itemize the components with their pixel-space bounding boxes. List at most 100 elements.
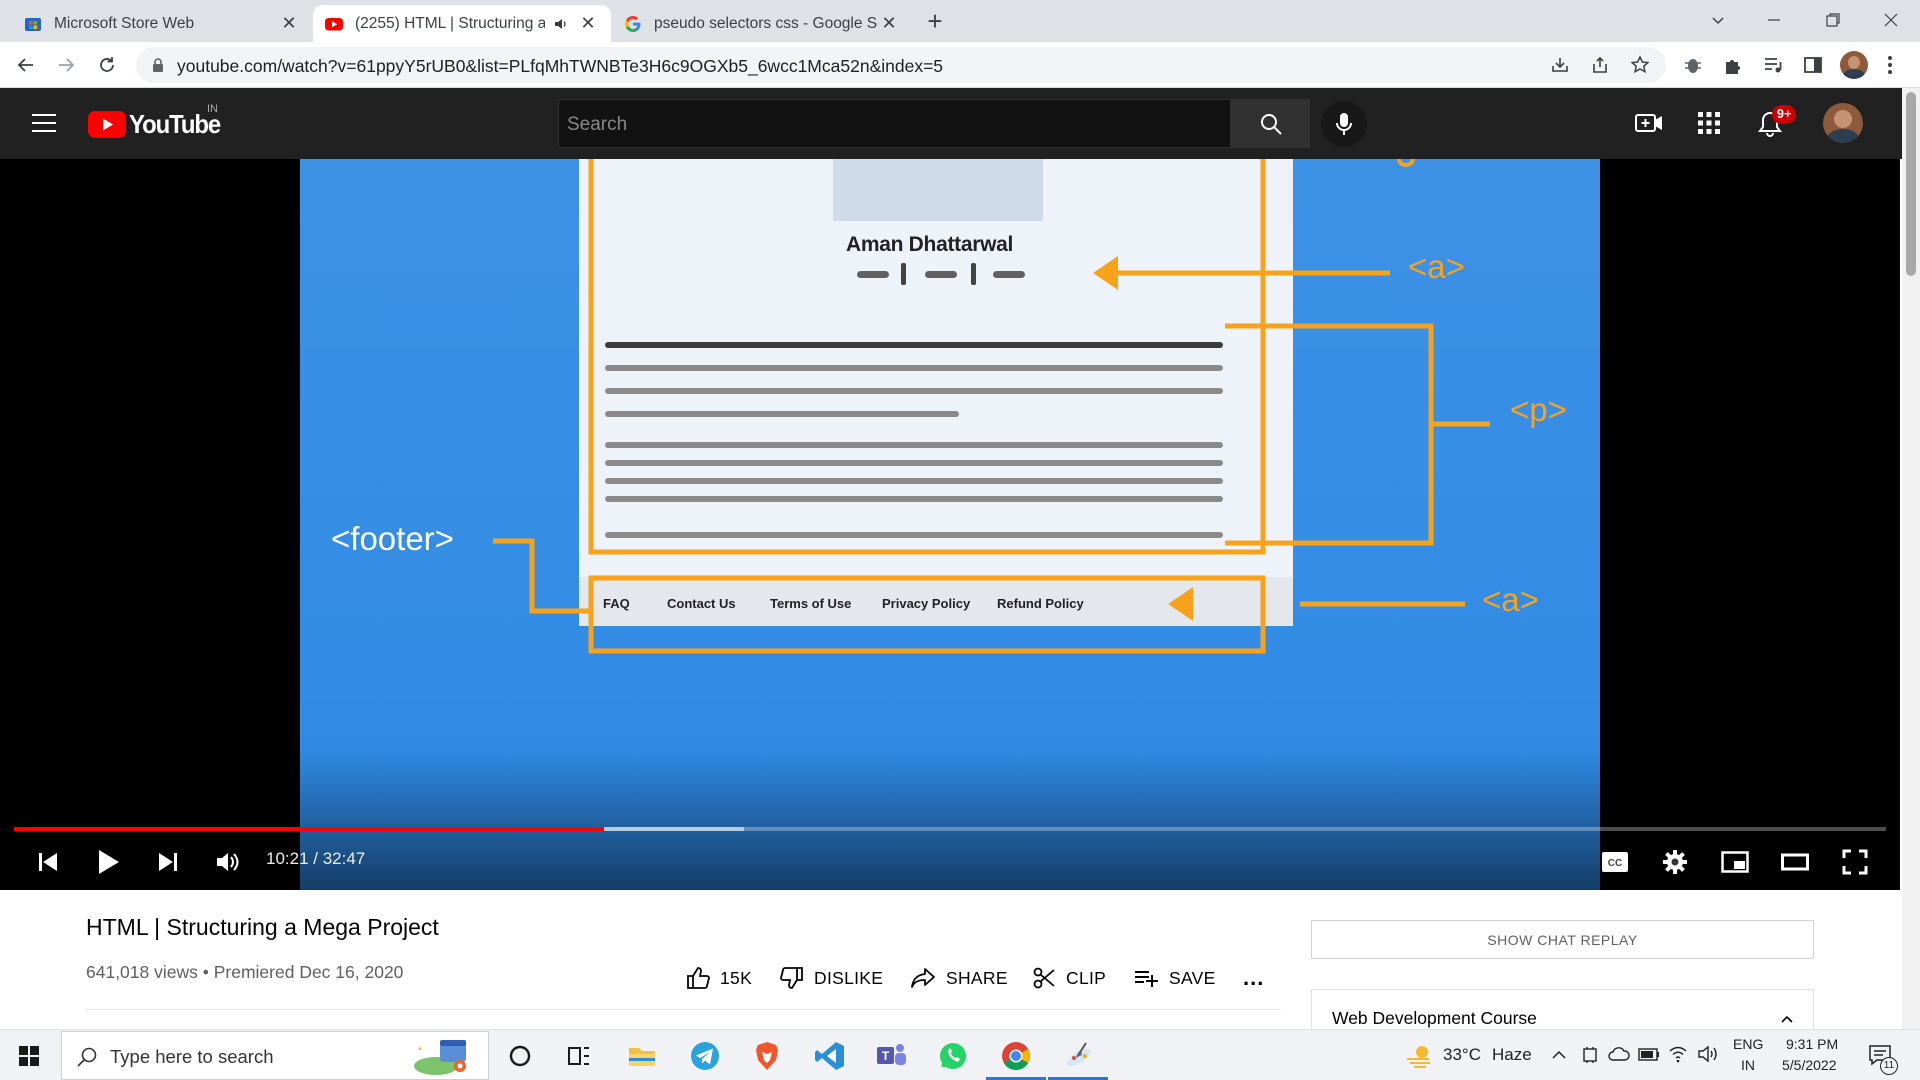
speaker-icon[interactable] xyxy=(553,16,569,32)
close-icon[interactable]: ✕ xyxy=(577,13,599,35)
file-explorer-icon[interactable] xyxy=(624,1038,660,1074)
profile-avatar[interactable] xyxy=(1840,51,1868,79)
clip-button[interactable]: CLIP xyxy=(1032,960,1106,996)
video-player[interactable]: Aman Dhattarwal <a> <p> <a> <footer> FAQ… xyxy=(0,159,1900,890)
language-region[interactable]: IN xyxy=(1741,1057,1755,1073)
clock-date[interactable]: 5/5/2022 xyxy=(1782,1057,1837,1073)
video-details: HTML | Structuring a Mega Project 641,01… xyxy=(0,890,1920,1039)
volume-button[interactable] xyxy=(208,842,248,882)
next-button[interactable] xyxy=(148,842,188,882)
restore-icon[interactable] xyxy=(1825,12,1841,28)
brave-browser-icon[interactable] xyxy=(749,1038,785,1074)
battery-icon[interactable] xyxy=(1638,1048,1660,1061)
chrome-icon[interactable] xyxy=(998,1038,1034,1074)
divider xyxy=(86,1009,1281,1010)
close-icon[interactable]: ✕ xyxy=(278,13,300,35)
extension-bug-icon[interactable] xyxy=(1682,54,1704,76)
telegram-icon[interactable] xyxy=(687,1038,723,1074)
like-button[interactable]: 15K xyxy=(686,960,752,996)
thumbs-up-icon xyxy=(687,967,710,989)
paint-app-icon[interactable] xyxy=(1060,1038,1096,1074)
tab-search-icon[interactable] xyxy=(1710,12,1726,28)
windows-start-icon[interactable] xyxy=(19,1046,39,1066)
share-arrow-icon xyxy=(911,968,935,988)
page-scrollbar[interactable] xyxy=(1902,88,1920,1029)
settings-button[interactable] xyxy=(1655,842,1695,882)
task-view-icon[interactable] xyxy=(561,1038,597,1074)
chevron-up-icon[interactable] xyxy=(1552,1050,1566,1060)
chevron-up-icon[interactable] xyxy=(1780,1014,1794,1024)
frame-tag-footer: <footer> xyxy=(331,520,454,557)
country-code: IN xyxy=(207,103,218,115)
captions-button[interactable]: CC xyxy=(1595,842,1635,882)
share-label: SHARE xyxy=(946,967,1008,988)
playlist-title[interactable]: Web Development Course xyxy=(1332,1008,1537,1029)
weather-desc[interactable]: Haze xyxy=(1492,1045,1532,1065)
side-panel-icon[interactable] xyxy=(1802,54,1824,76)
extensions-puzzle-icon[interactable] xyxy=(1722,54,1744,76)
theater-mode-button[interactable] xyxy=(1775,842,1815,882)
progress-bar[interactable] xyxy=(14,827,1886,831)
search-icon xyxy=(1260,113,1282,135)
weather-haze-icon[interactable] xyxy=(1404,1042,1434,1068)
language-primary[interactable]: ENG xyxy=(1733,1036,1763,1052)
progress-played xyxy=(14,827,604,831)
forward-icon[interactable] xyxy=(56,55,76,75)
media-control-icon[interactable] xyxy=(1762,54,1784,76)
show-chat-replay-button[interactable]: SHOW CHAT REPLAY xyxy=(1311,920,1814,959)
new-tab-button[interactable]: + xyxy=(922,8,948,34)
apps-grid-icon[interactable] xyxy=(1698,112,1720,134)
back-icon[interactable] xyxy=(16,55,36,75)
teams-icon[interactable]: T xyxy=(873,1038,909,1074)
search-button[interactable] xyxy=(1231,99,1310,148)
miniplayer-button[interactable] xyxy=(1715,842,1755,882)
share-page-icon[interactable] xyxy=(1590,55,1610,75)
search-input[interactable]: Search xyxy=(558,99,1231,148)
voice-search-button[interactable] xyxy=(1321,101,1367,147)
bookmark-star-icon[interactable] xyxy=(1630,55,1650,75)
reload-icon[interactable] xyxy=(97,55,117,75)
vscode-icon[interactable] xyxy=(812,1038,848,1074)
youtube-avatar[interactable] xyxy=(1823,103,1863,143)
create-video-icon[interactable] xyxy=(1635,110,1663,136)
fullscreen-button[interactable] xyxy=(1835,842,1875,882)
next-icon xyxy=(159,853,177,871)
clip-label: CLIP xyxy=(1066,967,1107,988)
device-icon[interactable] xyxy=(1582,1046,1598,1064)
captions-icon: CC xyxy=(1602,852,1628,872)
more-actions-button[interactable]: ... xyxy=(1243,960,1264,996)
lock-icon[interactable] xyxy=(152,58,164,72)
play-button[interactable] xyxy=(88,842,128,882)
search-highlight-illustration-icon xyxy=(414,1040,466,1075)
whatsapp-icon[interactable] xyxy=(935,1038,971,1074)
address-bar[interactable]: youtube.com/watch?v=61ppyY5rUB0&list=PLf… xyxy=(136,47,1666,83)
weather-temp[interactable]: 33°C xyxy=(1443,1045,1481,1065)
video-title: HTML | Structuring a Mega Project xyxy=(86,914,439,940)
close-icon[interactable]: ✕ xyxy=(878,13,900,35)
scrollbar-thumb[interactable] xyxy=(1906,92,1916,276)
time-display: 10:21 / 32:47 xyxy=(266,849,366,868)
clock-time[interactable]: 9:31 PM xyxy=(1786,1036,1838,1052)
speaker-icon[interactable] xyxy=(1697,1045,1719,1063)
volume-icon xyxy=(217,853,239,871)
taskbar-search-input[interactable]: Type here to search xyxy=(61,1031,489,1080)
cortana-icon[interactable] xyxy=(502,1038,538,1074)
install-app-icon[interactable] xyxy=(1550,55,1570,75)
minimize-icon[interactable] xyxy=(1766,12,1782,28)
hamburger-menu-icon[interactable] xyxy=(32,112,56,134)
taskbar-search-placeholder: Type here to search xyxy=(110,1046,274,1067)
dislike-button[interactable]: DISLIKE xyxy=(780,960,883,996)
menu-dots-icon[interactable] xyxy=(1886,55,1894,75)
tab-microsoft-store[interactable]: Microsoft Store Web ✕ xyxy=(12,5,312,42)
tab-youtube-active[interactable]: (2255) HTML | Structuring a Me ✕ xyxy=(313,5,611,42)
share-button[interactable]: SHARE xyxy=(910,960,1008,996)
previous-button[interactable] xyxy=(28,842,68,882)
tab-google-search[interactable]: pseudo selectors css - Google Se ✕ xyxy=(612,5,912,42)
onedrive-cloud-icon[interactable] xyxy=(1608,1046,1630,1062)
video-meta: 641,018 views • Premiered Dec 16, 2020 xyxy=(86,962,404,982)
wifi-icon[interactable] xyxy=(1668,1045,1688,1063)
save-button[interactable]: SAVE xyxy=(1133,960,1216,996)
google-icon xyxy=(625,15,641,32)
frame-tag-a-top: <a> xyxy=(1408,248,1465,285)
close-window-icon[interactable] xyxy=(1883,12,1899,28)
